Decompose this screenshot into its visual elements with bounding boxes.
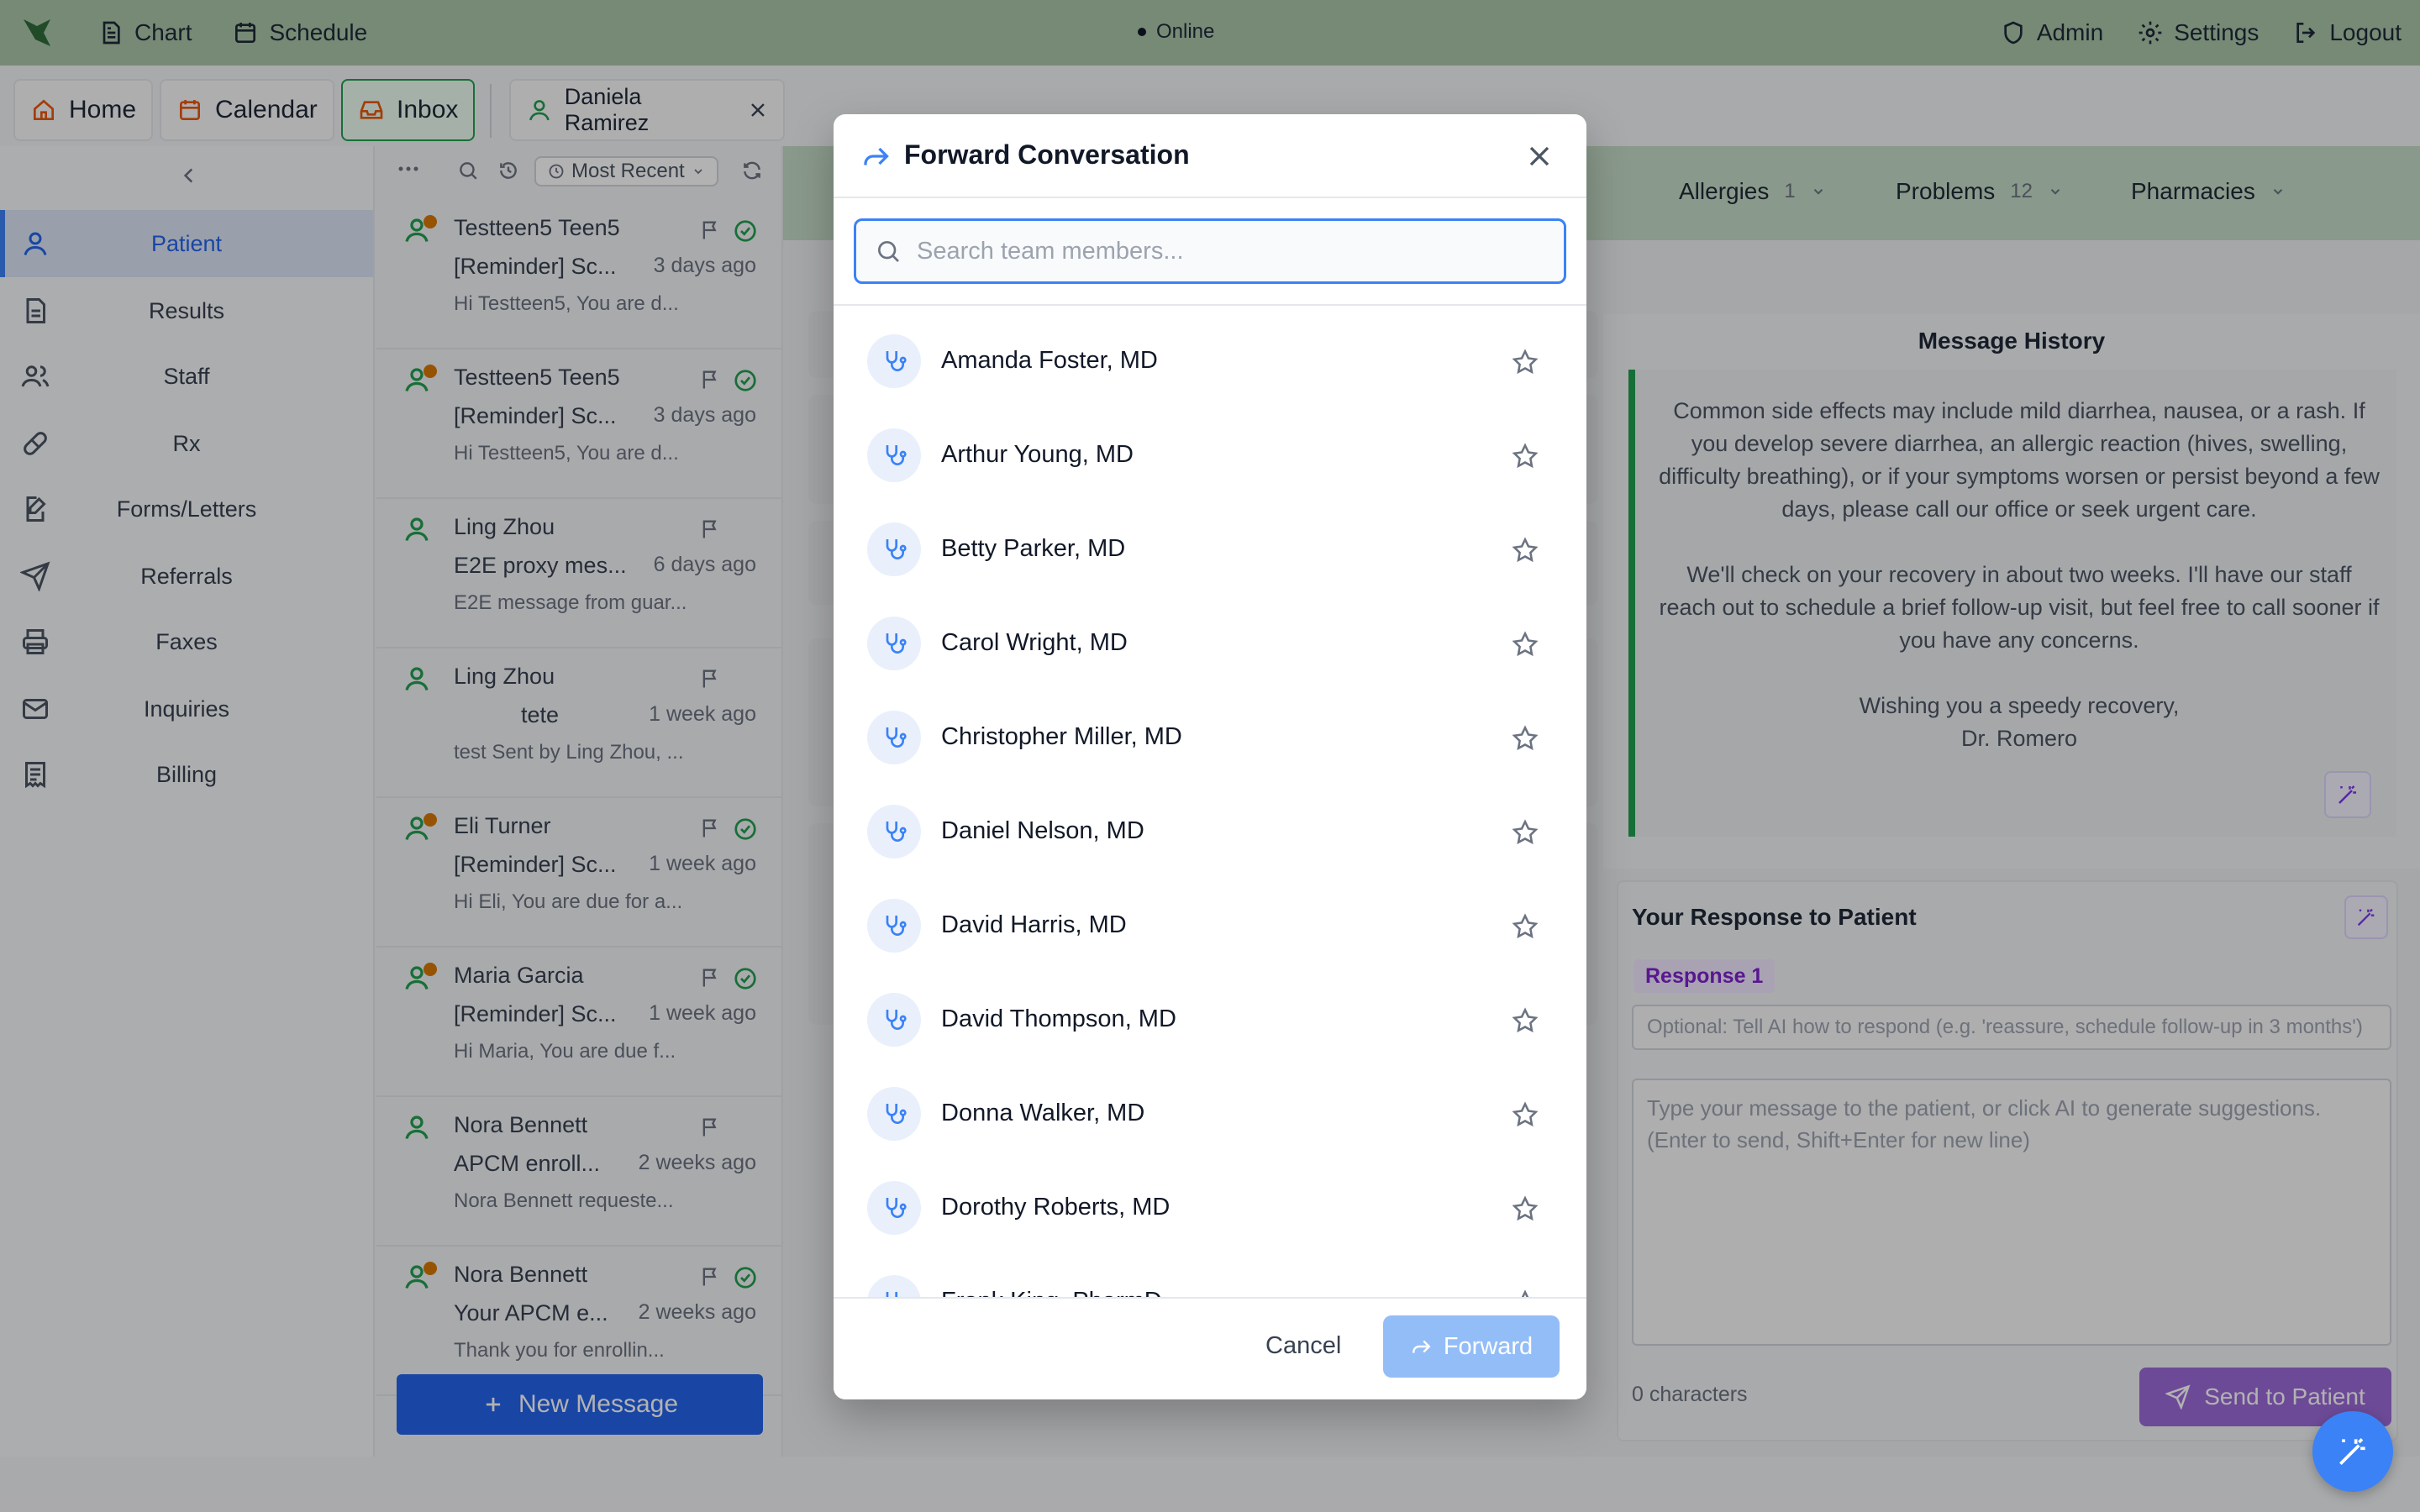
team-member-name: Dorothy Roberts, MD (941, 1194, 1171, 1221)
team-member-name: Donna Walker, MD (941, 1100, 1145, 1126)
team-member-name: Daniel Nelson, MD (941, 817, 1144, 844)
stethoscope-icon (867, 899, 921, 953)
forward-arrow-icon (1412, 1340, 1431, 1353)
star-icon[interactable] (1511, 348, 1539, 376)
forward-button[interactable]: Forward (1383, 1315, 1560, 1378)
dialog-title: Forward Conversation (904, 139, 1190, 170)
team-member-row[interactable]: Amanda Foster, MD (834, 309, 1586, 403)
team-member-list: Amanda Foster, MD Arthur Young, MD Betty… (834, 304, 1586, 1399)
team-member-row[interactable]: Arthur Young, MD (834, 403, 1586, 497)
star-icon[interactable] (1511, 536, 1539, 564)
team-member-row[interactable]: Christopher Miller, MD (834, 685, 1586, 780)
team-member-row[interactable]: David Harris, MD (834, 874, 1586, 968)
team-member-row[interactable]: Donna Walker, MD (834, 1062, 1586, 1156)
team-member-row[interactable]: Dorothy Roberts, MD (834, 1156, 1586, 1250)
close-icon[interactable] (1523, 139, 1556, 173)
ai-assistant-fab[interactable] (2312, 1411, 2393, 1492)
team-member-name: Betty Parker, MD (941, 535, 1126, 562)
team-member-row[interactable]: Betty Parker, MD (834, 497, 1586, 591)
stethoscope-icon (867, 334, 921, 388)
star-icon[interactable] (1511, 442, 1539, 470)
magic-wand-icon (2339, 1438, 2365, 1465)
team-member-name: David Harris, MD (941, 911, 1127, 938)
forward-conversation-dialog: Forward Conversation Amanda Foster, MD A… (834, 114, 1586, 1399)
star-icon[interactable] (1511, 1194, 1539, 1223)
stethoscope-icon (867, 428, 921, 482)
team-member-row[interactable]: David Thompson, MD (834, 968, 1586, 1062)
team-member-row[interactable]: Carol Wright, MD (834, 591, 1586, 685)
team-search-box[interactable] (854, 218, 1566, 284)
star-icon[interactable] (1511, 630, 1539, 659)
team-member-name: Amanda Foster, MD (941, 347, 1158, 374)
stethoscope-icon (867, 1087, 921, 1141)
stethoscope-icon (867, 617, 921, 670)
stethoscope-icon (867, 522, 921, 576)
star-icon[interactable] (1511, 1006, 1539, 1035)
cancel-button[interactable]: Cancel (1265, 1332, 1341, 1360)
forward-arrow-icon (864, 147, 889, 165)
star-icon[interactable] (1511, 818, 1539, 847)
forward-label: Forward (1443, 1332, 1534, 1360)
team-member-name: Carol Wright, MD (941, 629, 1128, 656)
stethoscope-icon (867, 1181, 921, 1235)
star-icon[interactable] (1511, 912, 1539, 941)
stethoscope-icon (867, 805, 921, 858)
star-icon[interactable] (1511, 1100, 1539, 1129)
dialog-header: Forward Conversation (834, 114, 1586, 198)
team-search-input[interactable] (917, 237, 1555, 265)
team-member-row[interactable]: Daniel Nelson, MD (834, 780, 1586, 874)
search-icon (878, 241, 899, 262)
team-member-name: Christopher Miller, MD (941, 723, 1182, 750)
star-icon[interactable] (1511, 724, 1539, 753)
stethoscope-icon (867, 993, 921, 1047)
stethoscope-icon (867, 711, 921, 764)
team-member-name: David Thompson, MD (941, 1005, 1176, 1032)
team-member-name: Arthur Young, MD (941, 441, 1134, 468)
